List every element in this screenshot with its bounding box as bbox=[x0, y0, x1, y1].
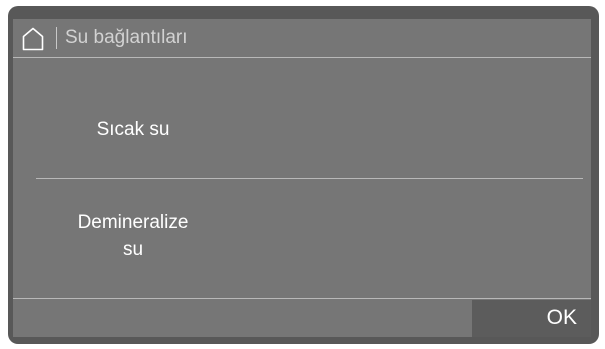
page-title: Su bağlantıları bbox=[65, 27, 188, 48]
option-label: Sıcak su bbox=[96, 119, 170, 140]
option-label-line-2: su bbox=[122, 239, 144, 260]
ok-button[interactable]: OK bbox=[472, 300, 591, 337]
display-screen: Su bağlantıları Sıcak su Demineralize su… bbox=[13, 19, 591, 337]
header-bar: Su bağlantıları bbox=[13, 19, 591, 57]
option-label-line-1: Demineralize bbox=[77, 212, 189, 233]
header-divider bbox=[56, 27, 57, 49]
footer-separator bbox=[13, 298, 591, 299]
home-icon[interactable] bbox=[22, 27, 44, 51]
home-icon-graphic bbox=[22, 27, 44, 51]
ok-button-label: OK bbox=[546, 306, 577, 329]
option-demineralized-water[interactable]: Demineralize su bbox=[13, 179, 591, 298]
option-label: Demineralize su bbox=[53, 209, 213, 263]
option-hot-water[interactable]: Sıcak su bbox=[13, 58, 591, 178]
